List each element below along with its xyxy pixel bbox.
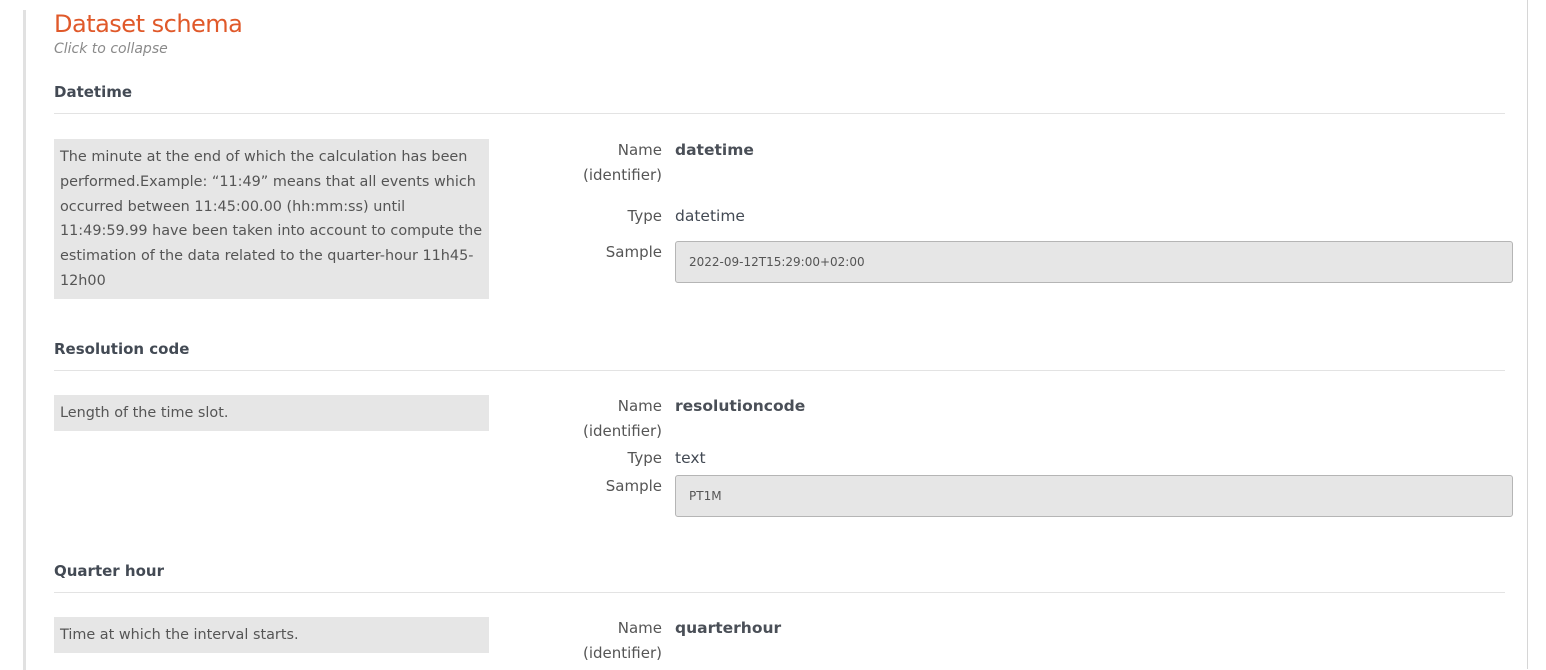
identifier-label: (identifier) [582,166,662,184]
field-description: Time at which the interval starts. [54,617,489,653]
collapse-hint[interactable]: Click to collapse [54,40,242,58]
field-title: Datetime [54,82,1505,114]
schema-title[interactable]: Dataset schema [54,8,243,40]
field-resolutioncode: Resolution code Length of the time slot.… [54,339,1513,517]
field-datetime: Datetime The minute at the end of which … [54,82,1513,299]
field-name-value: datetime [675,141,754,159]
field-title: Resolution code [54,339,1505,371]
field-description: Length of the time slot. [54,395,489,431]
field-type-value: text [675,449,706,467]
name-label: Name [617,619,662,637]
field-description: The minute at the end of which the calcu… [54,139,489,299]
type-label: Type [627,207,662,225]
field-name-value: quarterhour [675,619,782,637]
section-accent-bar [23,10,26,670]
field-quarterhour: Quarter hour Time at which the interval … [54,561,1505,662]
sample-label: Sample [605,243,662,261]
identifier-label: (identifier) [582,422,662,440]
sample-value-box: 2022-09-12T15:29:00+02:00 [675,241,1513,283]
name-label: Name [617,397,662,415]
name-label: Name [617,141,662,159]
identifier-label: (identifier) [582,644,662,662]
field-title: Quarter hour [54,561,1505,593]
field-name-value: resolutioncode [675,397,806,415]
schema-header[interactable]: Dataset schema Click to collapse [54,8,243,58]
sample-label: Sample [605,477,662,495]
sample-value-box: PT1M [675,475,1513,517]
field-type-value: datetime [675,207,745,225]
type-label: Type [627,449,662,467]
